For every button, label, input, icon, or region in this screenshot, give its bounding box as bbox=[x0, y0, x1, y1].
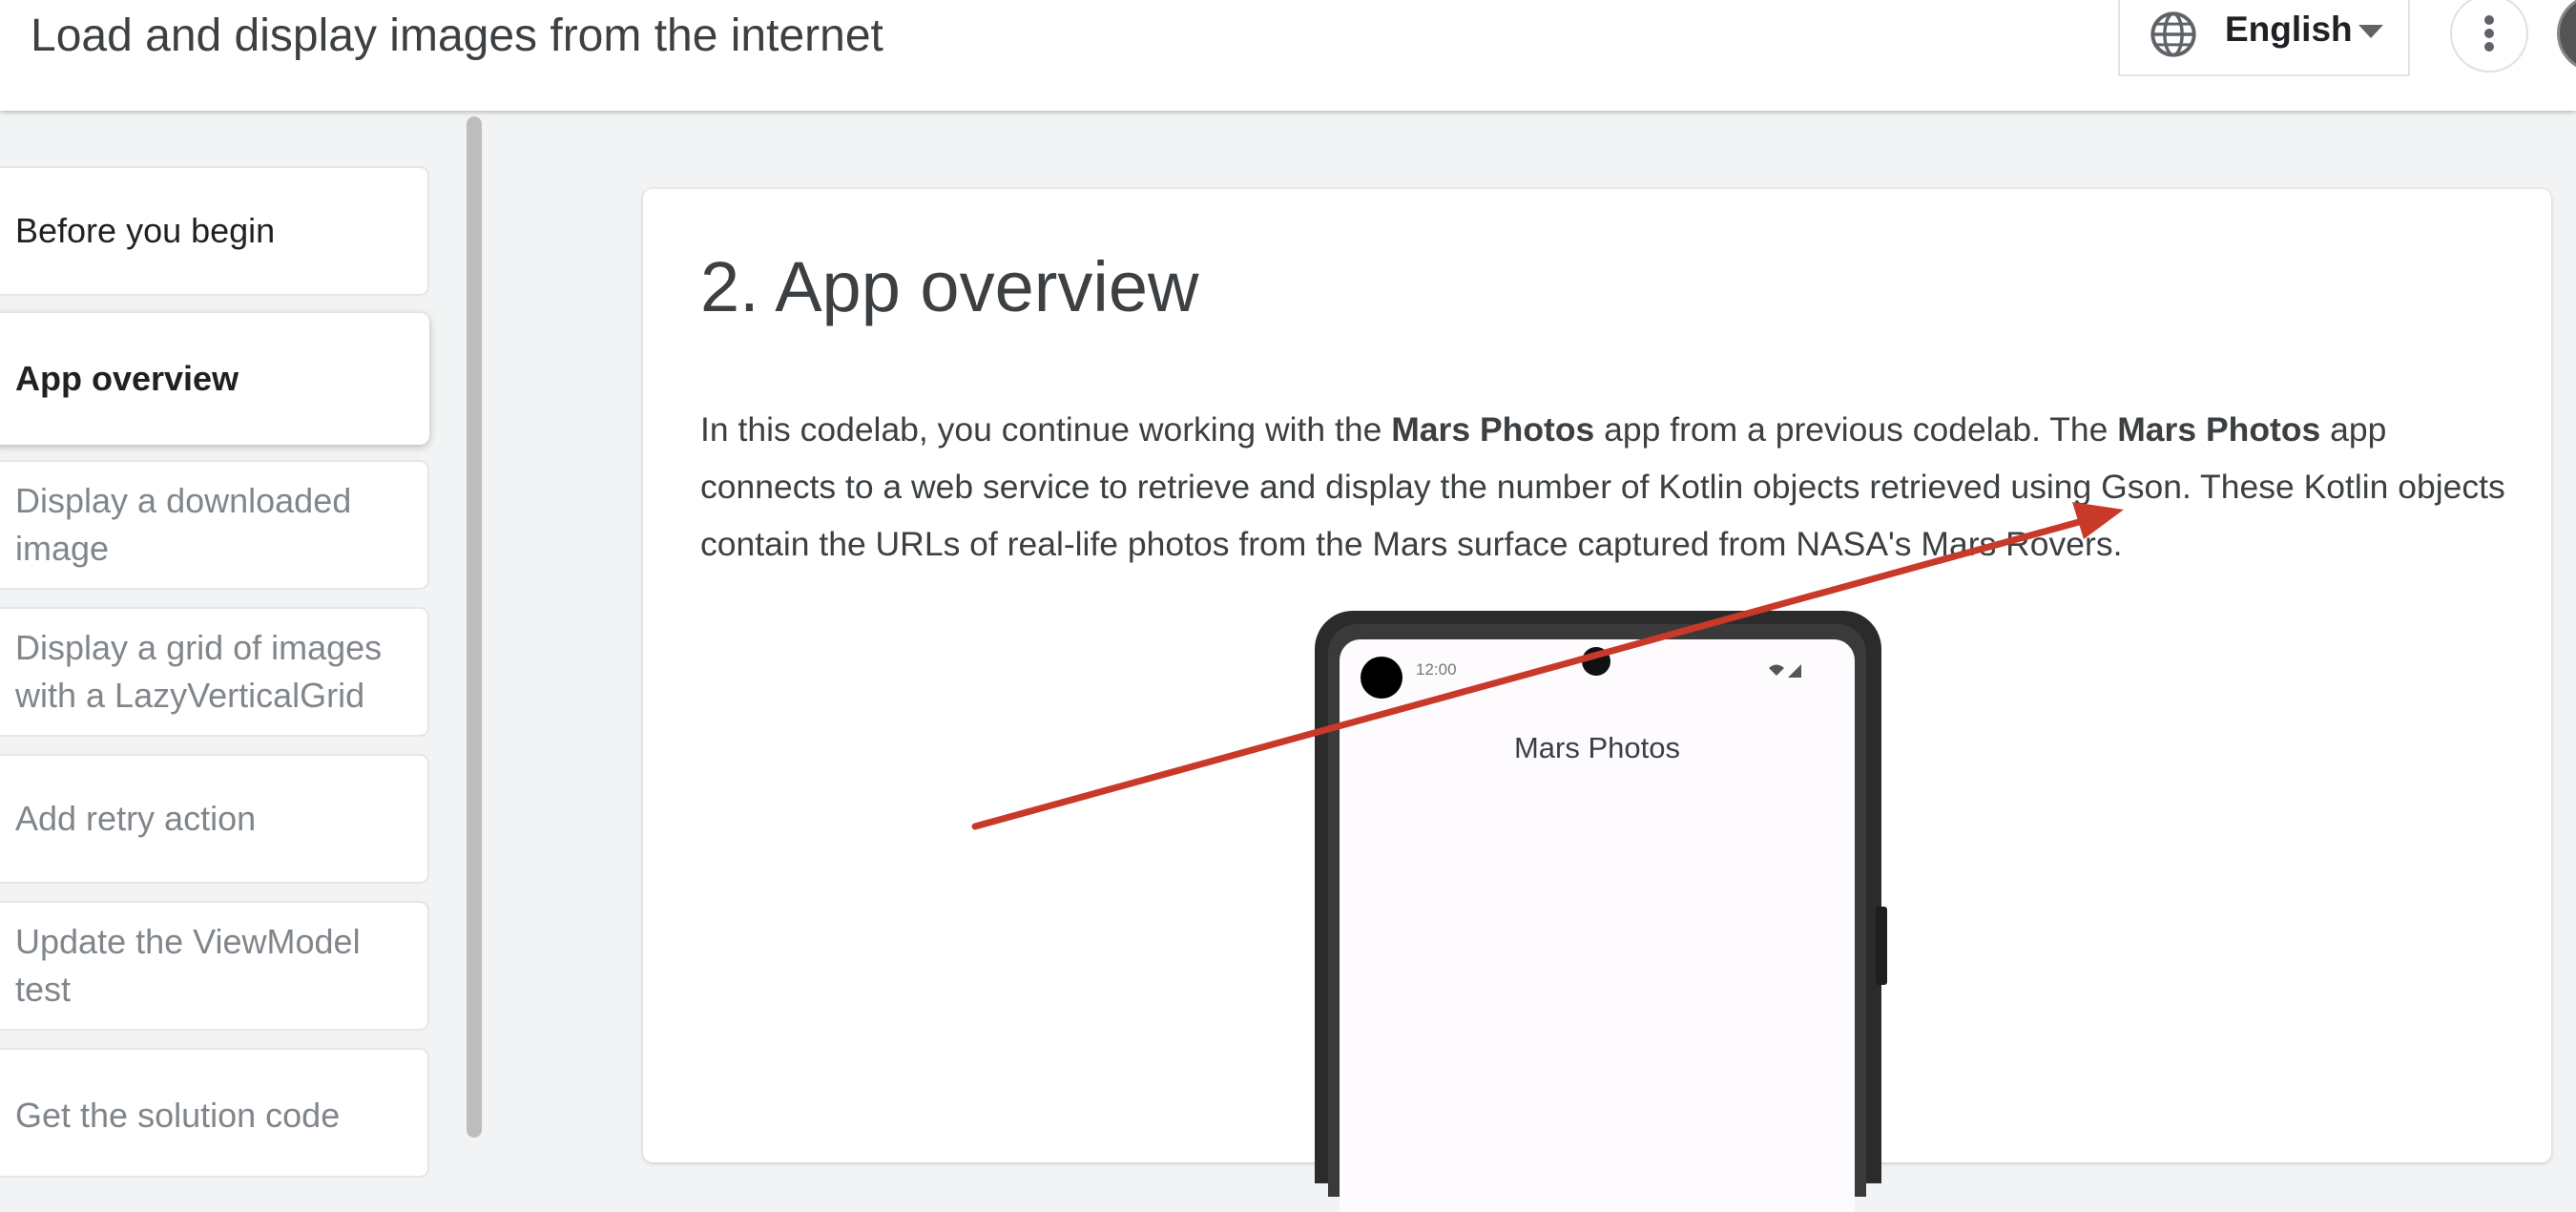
camera-dot bbox=[1361, 657, 1402, 699]
step-get-solution-code[interactable]: Get the solution code bbox=[0, 1048, 429, 1178]
step-label: Display a grid of images with a LazyVert… bbox=[15, 628, 383, 715]
phone-side-button bbox=[1876, 907, 1887, 985]
step-display-downloaded-image[interactable]: Display a downloaded image bbox=[0, 460, 429, 590]
step-label: Update the ViewModel test bbox=[15, 922, 361, 1009]
app-name-bold: Mars Photos bbox=[1391, 410, 1595, 449]
phone-mockup: 12:00 Mars Photos bbox=[1315, 611, 1881, 1212]
page-title: Load and display images from the interne… bbox=[31, 10, 883, 61]
step-before-you-begin[interactable]: Before you begin bbox=[0, 166, 429, 296]
step-label: Before you begin bbox=[15, 211, 276, 250]
status-time: 12:00 bbox=[1416, 660, 1457, 679]
step-display-grid[interactable]: Display a grid of images with a LazyVert… bbox=[0, 607, 429, 737]
step-update-viewmodel-test[interactable]: Update the ViewModel test bbox=[0, 901, 429, 1031]
app-name-bold: Mars Photos bbox=[2117, 410, 2321, 449]
chevron-down-icon bbox=[2358, 25, 2383, 45]
avatar[interactable] bbox=[2557, 0, 2576, 73]
section-title: 2. App overview bbox=[700, 247, 1199, 326]
step-add-retry-action[interactable]: Add retry action bbox=[0, 754, 429, 884]
para-text: app from a previous codelab. The bbox=[1594, 410, 2118, 449]
language-label: English bbox=[2225, 10, 2353, 49]
step-label: App overview bbox=[15, 359, 239, 398]
signal-icon bbox=[1769, 664, 1801, 678]
step-app-overview[interactable]: App overview bbox=[0, 313, 429, 445]
front-camera bbox=[1582, 647, 1610, 676]
para-text: In this codelab, you continue working wi… bbox=[700, 410, 1392, 449]
sidebar-scrollbar[interactable] bbox=[467, 116, 482, 1138]
app-title: Mars Photos bbox=[1513, 731, 1680, 764]
step-label: Add retry action bbox=[15, 799, 257, 838]
language-selector[interactable]: English bbox=[2118, 0, 2410, 76]
more-options-button[interactable] bbox=[2450, 0, 2528, 73]
step-label: Display a downloaded image bbox=[15, 481, 352, 568]
globe-icon bbox=[2149, 10, 2198, 64]
step-label: Get the solution code bbox=[15, 1096, 341, 1135]
more-vert-icon bbox=[2484, 15, 2494, 52]
phone-screen: 12:00 Mars Photos bbox=[1340, 639, 1855, 1212]
overview-paragraph: In this codelab, you continue working wi… bbox=[700, 401, 2513, 573]
top-header: Load and display images from the interne… bbox=[0, 0, 2576, 111]
